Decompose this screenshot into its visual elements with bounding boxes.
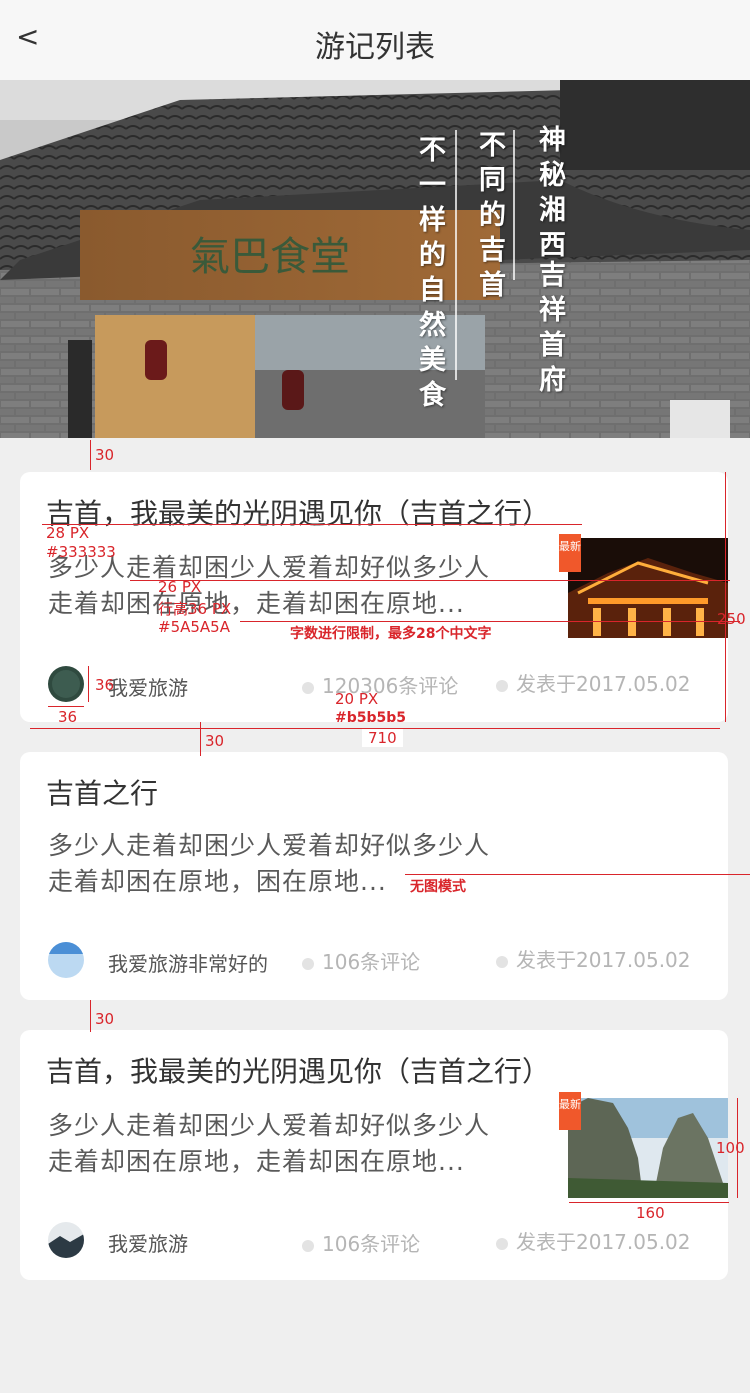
card-title: 吉首之行: [46, 777, 159, 810]
publish-date: 发表于2017.05.02: [496, 944, 691, 973]
spec-gap-line: [90, 440, 91, 470]
card-excerpt: 多少人走着却困少人爱着却好似多少人 走着却困在原地，困在原地...: [48, 828, 568, 900]
comment-dot-icon: [302, 1239, 314, 1252]
banner-image[interactable]: 氣巴食堂 神秘湘西 吉祥首府 不同的吉首 不一样的自然美食: [0, 80, 750, 438]
publish-date-text: 发表于2017.05.02: [516, 1230, 691, 1254]
date-dot-icon: [496, 955, 508, 968]
card-excerpt: 多少人走着却困少人爱着却好似多少人 走着却困在原地，走着却困在原地...: [48, 550, 568, 622]
author-avatar[interactable]: [48, 1222, 84, 1258]
spec-gap-label: 30: [95, 446, 115, 464]
card-title: 吉首，我最美的光阴遇见你（吉首之行）: [46, 1055, 551, 1088]
travel-note-card[interactable]: 吉首之行 多少人走着却困少人爱着却好似多少人 走着却困在原地，困在原地... 我…: [20, 752, 728, 1000]
spec-body-lineheight: 行高36 PX: [158, 600, 232, 618]
avatar-image: [48, 666, 84, 702]
banner-text-col1: 神秘湘西: [534, 125, 565, 265]
spec-avatar-width: 36: [58, 708, 78, 726]
spec-meta-size: 20 PX: [335, 690, 379, 708]
author-avatar[interactable]: [48, 666, 84, 702]
spec-card-height: 250: [717, 610, 746, 628]
spec-no-image: 无图模式: [410, 879, 466, 895]
page-title: 游记列表: [315, 30, 435, 65]
spec-body-size: 26 PX: [158, 578, 202, 596]
card-title: 吉首，我最美的光阴遇见你（吉首之行）: [46, 497, 551, 530]
card-thumbnail[interactable]: [568, 1098, 728, 1198]
spec-title-color: #333333: [46, 543, 116, 561]
night-building-photo: [568, 538, 728, 638]
comment-count-text: 106条评论: [322, 1232, 421, 1256]
top-nav-bar: < 游记列表: [0, 0, 750, 80]
spec-avatar-line: [48, 706, 84, 707]
excerpt-line: 多少人走着却困少人爱着却好似多少人: [48, 831, 491, 860]
spec-gap-label: 30: [95, 1010, 115, 1028]
spec-img-width-line: [569, 1202, 729, 1203]
spec-img-width: 160: [636, 1204, 665, 1222]
avatar-image: [48, 942, 84, 978]
author-avatar[interactable]: [48, 942, 84, 978]
spec-body-color: #5A5A5A: [158, 618, 230, 636]
excerpt-line: 走着却困在原地，走着却困在原地...: [48, 589, 465, 618]
spec-height-line: [725, 472, 726, 722]
comment-count-text: 106条评论: [322, 950, 421, 974]
spec-avatar-line: [88, 666, 89, 702]
banner-divider-line: [513, 130, 515, 280]
travel-note-card[interactable]: 吉首，我最美的光阴遇见你（吉首之行） 多少人走着却困少人爱着却好似多少人 走着却…: [20, 472, 728, 722]
sign-text: 氣巴食堂: [190, 234, 350, 280]
spec-gap-label: 30: [205, 732, 225, 750]
publish-date-text: 发表于2017.05.02: [516, 672, 691, 696]
comment-dot-icon: [302, 957, 314, 970]
comment-count: 106条评论: [302, 946, 420, 975]
spec-underline: [42, 524, 582, 525]
comment-dot-icon: [302, 681, 314, 694]
spec-gap-line: [90, 1000, 91, 1032]
excerpt-line: 多少人走着却困少人爱着却好似多少人: [48, 1111, 491, 1140]
publish-date: 发表于2017.05.02: [496, 1226, 691, 1255]
author-name[interactable]: 我爱旅游非常好的: [108, 948, 268, 977]
banner-photo: 氣巴食堂: [0, 80, 750, 438]
avatar-image: [48, 1222, 84, 1258]
date-dot-icon: [496, 679, 508, 692]
spec-underline: [130, 580, 730, 581]
publish-date-text: 发表于2017.05.02: [516, 948, 691, 972]
spec-card-width: 710: [362, 729, 403, 747]
spec-img-height: 100: [716, 1139, 745, 1157]
comment-count: 106条评论: [302, 1228, 420, 1257]
spec-underline: [405, 874, 750, 875]
banner-text-col2: 不同的吉首: [474, 130, 505, 305]
card-excerpt: 多少人走着却困少人爱着却好似多少人 走着却困在原地，走着却困在原地...: [48, 1108, 568, 1180]
banner-text-col1b: 吉祥首府: [534, 260, 565, 400]
banner-text-col3: 不一样的自然美食: [414, 135, 445, 415]
banner-divider-line: [455, 130, 457, 380]
new-badge: 最新: [559, 534, 581, 572]
spec-avatar-height: 36: [95, 676, 115, 694]
spec-gap-line: [200, 722, 201, 756]
spec-meta-color: #b5b5b5: [335, 710, 407, 726]
publish-date: 发表于2017.05.02: [496, 668, 691, 697]
mountain-cliff-photo: [568, 1098, 728, 1198]
date-dot-icon: [496, 1237, 508, 1250]
spec-char-limit: 字数进行限制，最多28个中文字: [290, 626, 492, 642]
comment-count: 120306条评论: [302, 670, 458, 699]
author-name[interactable]: 我爱旅游: [108, 1228, 188, 1257]
excerpt-line: 走着却困在原地，走着却困在原地...: [48, 1147, 465, 1176]
new-badge: 最新: [559, 1092, 581, 1130]
author-name[interactable]: 我爱旅游: [108, 672, 188, 701]
card-thumbnail[interactable]: [568, 538, 728, 638]
excerpt-line: 走着却困在原地，困在原地...: [48, 867, 387, 896]
spec-underline: [240, 621, 740, 622]
spec-title-size: 28 PX: [46, 524, 90, 542]
travel-note-card[interactable]: 吉首，我最美的光阴遇见你（吉首之行） 多少人走着却困少人爱着却好似多少人 走着却…: [20, 1030, 728, 1280]
